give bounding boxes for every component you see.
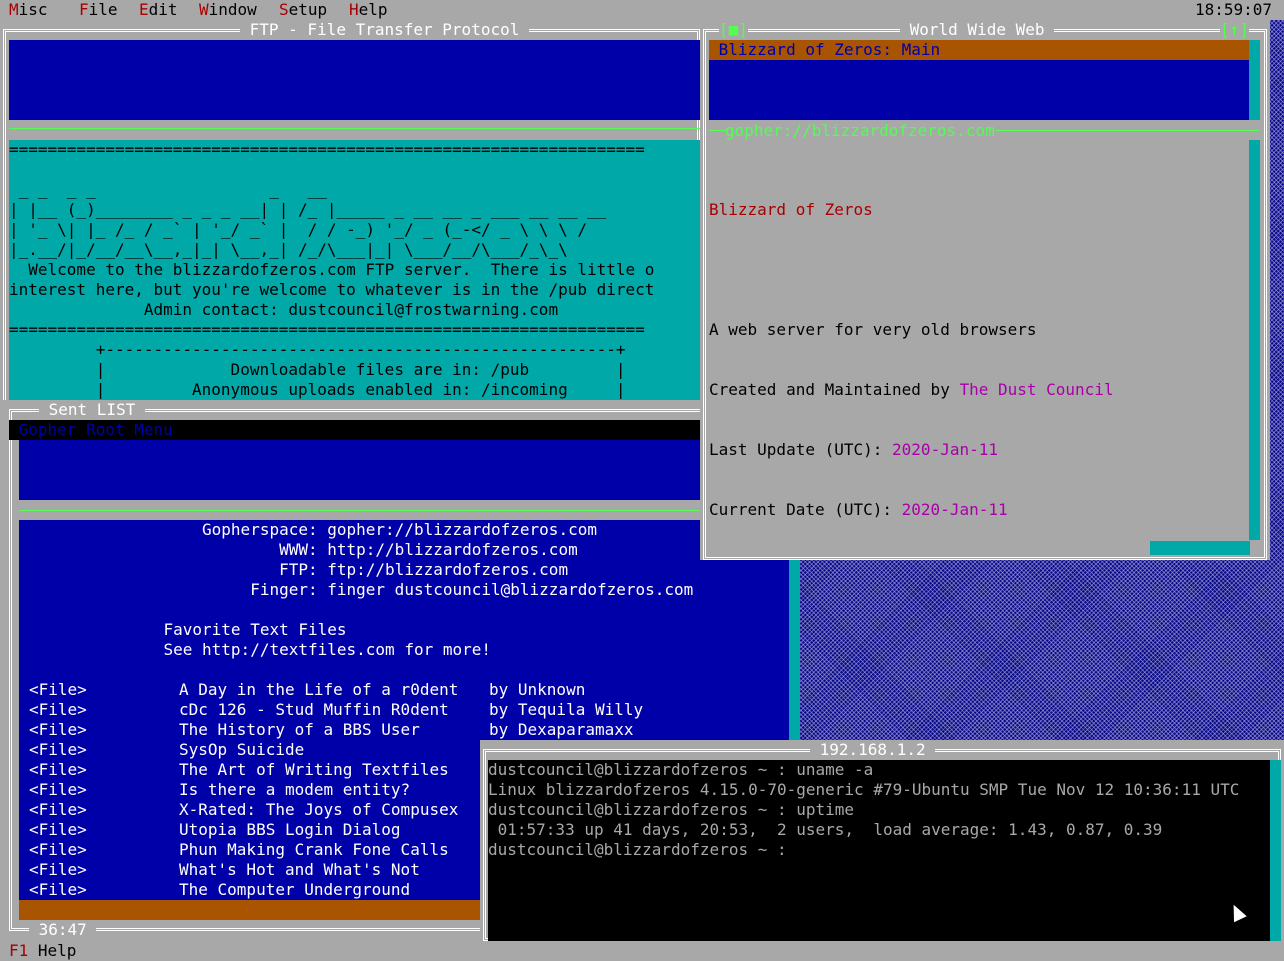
ftp-line: ========================================… xyxy=(9,320,645,339)
gopher-item-type: <File> xyxy=(29,880,87,899)
gopher-item-type: <File> xyxy=(29,680,87,699)
terminal-line: 01:57:33 up 41 days, 20:53, 2 users, loa… xyxy=(488,820,1163,839)
www-created-label: Created and Maintained by xyxy=(709,380,960,399)
ftp-command-pane[interactable] xyxy=(9,40,700,120)
terminal-line: dustcouncil@blizzardofzeros ~ : uptime xyxy=(488,800,855,819)
menu-help[interactable]: Help xyxy=(349,0,388,20)
www-history-scrollbar[interactable] xyxy=(1249,40,1260,120)
www-page-title: Blizzard of Zeros xyxy=(709,200,873,219)
gopher-item-title: The Art of Writing Textfiles xyxy=(179,760,449,779)
gopher-item-title: SysOp Suicide xyxy=(179,740,305,759)
gopher-item-title: X-Rated: The Joys of Compusex xyxy=(179,800,459,819)
ftp-line: +---------------------------------------… xyxy=(9,340,626,359)
gopher-item-title: cDc 126 - Stud Muffin R0dent xyxy=(179,700,449,719)
clock: 18:59:07 xyxy=(1194,0,1272,19)
terminal-window[interactable]: 192.168.1.2 dustcouncil@blizzardofzeros … xyxy=(480,740,1284,941)
terminal-window-title: 192.168.1.2 xyxy=(810,740,936,760)
gopher-item-author: by Unknown xyxy=(489,680,586,699)
ftp-line: | Anonymous uploads enabled in: /incomin… xyxy=(9,380,626,399)
gopher-menu-item[interactable]: <File> A Day in the Life of a r0dent by Un… xyxy=(19,680,789,700)
terminal-line: Linux blizzardofzeros 4.15.0-70-generic … xyxy=(488,780,1240,799)
ftp-line: Welcome to the blizzardofzeros.com FTP s… xyxy=(9,260,655,279)
ftp-line: | |__ (_)________ _ _ _ __| | /_ |_____ … xyxy=(9,200,607,219)
ftp-line: |_.__/|_/__/__\__,_|_| \__,_| /_/\___|_|… xyxy=(9,240,568,259)
ftp-line: _ _ _ _ _ __ xyxy=(9,180,327,199)
gopher-item-type: <File> xyxy=(29,720,87,739)
menu-edit[interactable]: Edit xyxy=(139,0,178,20)
terminal-output[interactable]: dustcouncil@blizzardofzeros ~ : uname -a… xyxy=(488,760,1270,941)
gopher-info-line xyxy=(19,660,789,680)
ftp-line: | '_ \| |_ /_ / _` | '_/ _` | / / -_) '_… xyxy=(9,220,587,239)
www-created-by-link[interactable]: The Dust Council xyxy=(959,380,1113,399)
www-updated-value: 2020-Jan-11 xyxy=(892,440,998,459)
www-close-button[interactable]: [■] xyxy=(719,20,748,40)
gopher-info-line xyxy=(19,600,789,620)
ftp-line: interest here, but you're welcome to wha… xyxy=(9,280,655,299)
gopher-item-type: <File> xyxy=(29,780,87,799)
www-history-selected[interactable]: Blizzard of Zeros: Main xyxy=(709,40,1249,60)
www-url[interactable]: gopher://blizzardofzeros.com xyxy=(725,121,995,141)
menu-misc[interactable]: Misc xyxy=(9,0,48,20)
www-date-value: 2020-Jan-11 xyxy=(901,500,1008,519)
gopher-item-title: A Day in the Life of a r0dent xyxy=(179,680,459,699)
gopher-item-author: by Tequila Willy xyxy=(489,700,644,719)
gopher-item-title: The Computer Underground xyxy=(179,880,411,899)
gopher-item-type: <File> xyxy=(29,800,87,819)
menu-file[interactable]: File xyxy=(79,0,118,20)
gopher-item-type: <File> xyxy=(29,740,87,759)
www-page-content[interactable]: Blizzard of Zeros A web server for very … xyxy=(709,140,1249,540)
ftp-line: ========================================… xyxy=(9,140,645,159)
terminal-line: dustcouncil@blizzardofzeros ~ : xyxy=(488,840,787,859)
gopher-item-title: Utopia BBS Login Dialog xyxy=(179,820,401,839)
ftp-window[interactable]: FTP - File Transfer Protocol ===========… xyxy=(0,20,700,420)
ftp-pane-divider xyxy=(9,128,700,129)
ftp-line: | Downloadable files are in: /pub | xyxy=(9,360,626,379)
gopher-info-line: Favorite Text Files xyxy=(19,620,347,639)
gopher-item-title: Is there a modem entity? xyxy=(179,780,411,799)
www-date-label: Current Date (UTC): xyxy=(709,500,902,519)
gopher-item-title: Phun Making Crank Fone Calls xyxy=(179,840,449,859)
help-hotkey[interactable]: F1 Help xyxy=(9,941,76,961)
www-window-title: World Wide Web xyxy=(900,20,1055,40)
terminal-scrollbar[interactable] xyxy=(1270,760,1281,941)
ftp-line xyxy=(9,160,700,180)
gopher-menu-item[interactable]: <File> The History of a BBS User by Dexapa… xyxy=(19,720,789,740)
gopher-pane-divider xyxy=(19,510,800,511)
gopher-item-author: by Dexaparamaxx xyxy=(489,720,634,739)
www-page-desc: A web server for very old browsers xyxy=(709,320,1037,339)
gopher-info-line: FTP: ftp://blizzardofzeros.com xyxy=(19,560,569,579)
ftp-window-title: FTP - File Transfer Protocol xyxy=(240,20,529,40)
www-horizontal-scrollbar[interactable] xyxy=(1150,541,1250,555)
www-history-list[interactable] xyxy=(709,60,1249,120)
gopher-item-type: <File> xyxy=(29,820,87,839)
gopher-menu-item[interactable]: <File> cDc 126 - Stud Muffin R0dent by Teq… xyxy=(19,700,789,720)
gopher-item-type: <File> xyxy=(29,760,87,779)
menu-setup[interactable]: Setup xyxy=(279,0,327,20)
gopher-info-line: WWW: http://blizzardofzeros.com xyxy=(19,540,578,559)
gopher-item-type: <File> xyxy=(29,840,87,859)
www-updated-label: Last Update (UTC): xyxy=(709,440,893,459)
gopher-counter: 36:47 xyxy=(29,920,97,940)
ftp-status-label: Sent LIST xyxy=(39,400,145,420)
gopher-info-line: See http://textfiles.com for more! xyxy=(19,640,492,659)
gopher-item-title: What's Hot and What's Not xyxy=(179,860,420,879)
ftp-line: Admin contact: dustcouncil@frostwarning.… xyxy=(9,300,559,319)
ftp-output-pane[interactable]: ========================================… xyxy=(9,140,700,419)
www-page-scrollbar[interactable] xyxy=(1249,140,1260,540)
gopher-item-type: <File> xyxy=(29,700,87,719)
www-window[interactable]: [■] World Wide Web [↑] Blizzard of Zeros… xyxy=(700,20,1270,560)
gopher-item-title: The History of a BBS User xyxy=(179,720,420,739)
menu-bar: Misc File Edit Window Setup Help 18:59:0… xyxy=(0,0,1284,20)
gopher-selection-bar[interactable] xyxy=(19,900,480,920)
gopher-address-pane[interactable] xyxy=(19,440,800,500)
terminal-line: dustcouncil@blizzardofzeros ~ : uname -a xyxy=(488,760,874,779)
gopher-item-type: <File> xyxy=(29,860,87,879)
www-zoom-button[interactable]: [↑] xyxy=(1220,20,1249,40)
gopher-info-line: Gopherspace: gopher://blizzardofzeros.co… xyxy=(19,520,597,539)
gopher-window-title: Gopher Root Menu xyxy=(9,420,700,440)
menu-window[interactable]: Window xyxy=(199,0,257,20)
status-bar: F1 Help xyxy=(0,941,1284,961)
gopher-info-line: Finger: finger dustcouncil@blizzardofzer… xyxy=(19,580,694,599)
